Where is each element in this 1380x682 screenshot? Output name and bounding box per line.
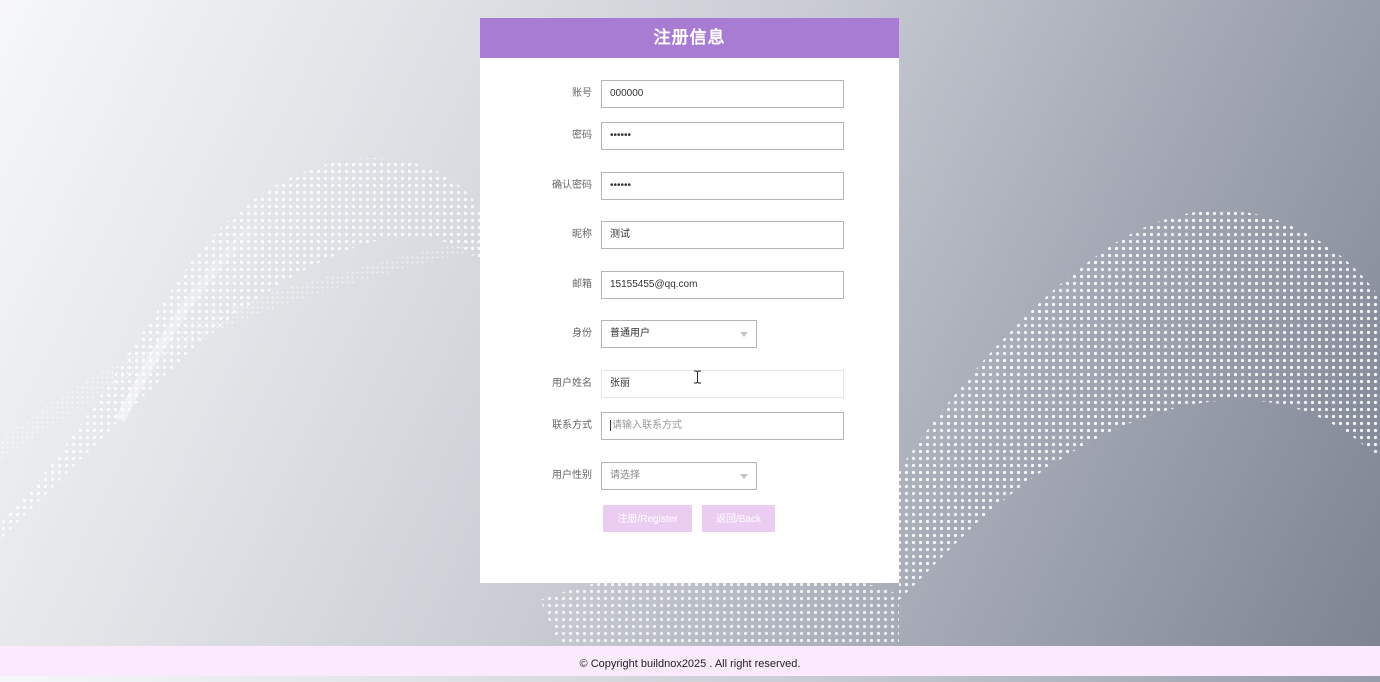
confirm-password-input[interactable]: •••••• bbox=[601, 172, 844, 200]
contact-label: 联系方式 bbox=[552, 420, 592, 431]
nickname-input[interactable]: 测试 bbox=[601, 221, 844, 249]
contact-row: 联系方式 请输入联系方式 bbox=[480, 412, 899, 440]
account-input[interactable]: 000000 bbox=[601, 80, 844, 108]
page-title: 注册信息 bbox=[480, 18, 899, 58]
user-name-label: 用户姓名 bbox=[552, 378, 592, 389]
register-card: 注册信息 账号 000000 密码 •••••• 确认密码 •••••• 昵称 … bbox=[480, 18, 899, 583]
gender-selected-value: 请选择 bbox=[610, 470, 640, 481]
register-button[interactable]: 注册/Register bbox=[603, 505, 692, 532]
identity-row: 身份 普通用户 bbox=[480, 320, 899, 348]
password-row: 密码 •••••• bbox=[480, 122, 899, 150]
email-row: 邮箱 15155455@qq.com bbox=[480, 271, 899, 299]
identity-selected-value: 普通用户 bbox=[610, 328, 650, 339]
confirm-password-row: 确认密码 •••••• bbox=[480, 172, 899, 200]
gender-select[interactable]: 请选择 bbox=[601, 462, 757, 490]
contact-placeholder: 请输入联系方式 bbox=[612, 420, 682, 431]
email-label: 邮箱 bbox=[572, 279, 592, 290]
chevron-down-icon bbox=[740, 332, 748, 337]
mouse-ibeam-cursor-icon bbox=[694, 370, 701, 384]
back-button[interactable]: 返回/Back bbox=[702, 505, 775, 532]
chevron-down-icon bbox=[740, 474, 748, 479]
identity-label: 身份 bbox=[572, 328, 592, 339]
password-label: 密码 bbox=[572, 130, 592, 141]
account-row: 账号 000000 bbox=[480, 80, 899, 108]
user-name-row: 用户姓名 张丽 bbox=[480, 370, 899, 398]
account-label: 账号 bbox=[572, 88, 592, 99]
nickname-row: 昵称 测试 bbox=[480, 221, 899, 249]
contact-input[interactable]: 请输入联系方式 bbox=[601, 412, 844, 440]
email-input[interactable]: 15155455@qq.com bbox=[601, 271, 844, 299]
confirm-password-label: 确认密码 bbox=[552, 180, 592, 191]
nickname-label: 昵称 bbox=[572, 229, 592, 240]
footer-copyright: © Copyright buildnox2025 . All right res… bbox=[0, 646, 1380, 676]
identity-select[interactable]: 普通用户 bbox=[601, 320, 757, 348]
user-name-input[interactable]: 张丽 bbox=[601, 370, 844, 398]
password-input[interactable]: •••••• bbox=[601, 122, 844, 150]
gender-row: 用户性别 请选择 bbox=[480, 462, 899, 490]
text-caret bbox=[610, 419, 611, 431]
gender-label: 用户性别 bbox=[552, 470, 592, 481]
